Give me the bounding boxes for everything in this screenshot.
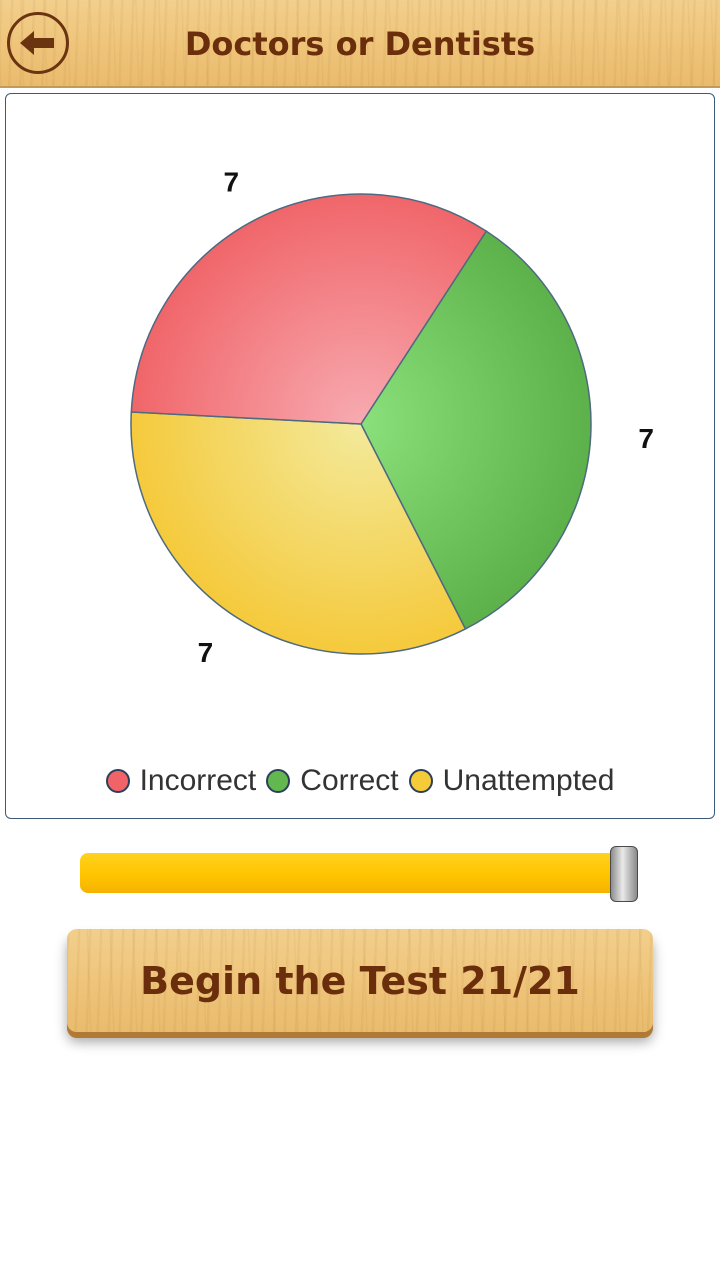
pie-slice-value-incorrect: 7 (224, 167, 240, 198)
chart-panel: 7 7 7 Incorrect Correct Unattempted (5, 93, 715, 819)
legend-label-unattempted: Unattempted (442, 764, 615, 797)
question-count-slider-thumb[interactable] (610, 846, 638, 902)
legend-dot-correct (266, 769, 291, 793)
back-button[interactable] (7, 12, 69, 74)
legend-label-correct: Correct (300, 764, 399, 797)
legend-dot-unattempted (408, 769, 433, 793)
pie-slice-value-correct: 7 (638, 423, 654, 454)
legend-label-incorrect: Incorrect (139, 764, 257, 797)
top-bar: Doctors or Dentists (0, 0, 720, 88)
legend-item-incorrect: Incorrect (105, 764, 257, 798)
legend-dot-incorrect (105, 769, 130, 793)
back-arrow-icon (20, 31, 54, 55)
legend-item-unattempted: Unattempted (408, 764, 615, 798)
chart-legend: Incorrect Correct Unattempted (6, 764, 714, 798)
legend-item-correct: Correct (266, 764, 399, 798)
page-title: Doctors or Dentists (184, 25, 536, 63)
begin-test-button[interactable]: Begin the Test 21/21 (67, 929, 653, 1032)
pie-slice-value-unattempted: 7 (198, 637, 214, 668)
question-count-slider-track[interactable] (80, 853, 636, 893)
begin-test-label: Begin the Test 21/21 (140, 958, 580, 1003)
pie-chart: 7 7 7 (130, 167, 654, 668)
